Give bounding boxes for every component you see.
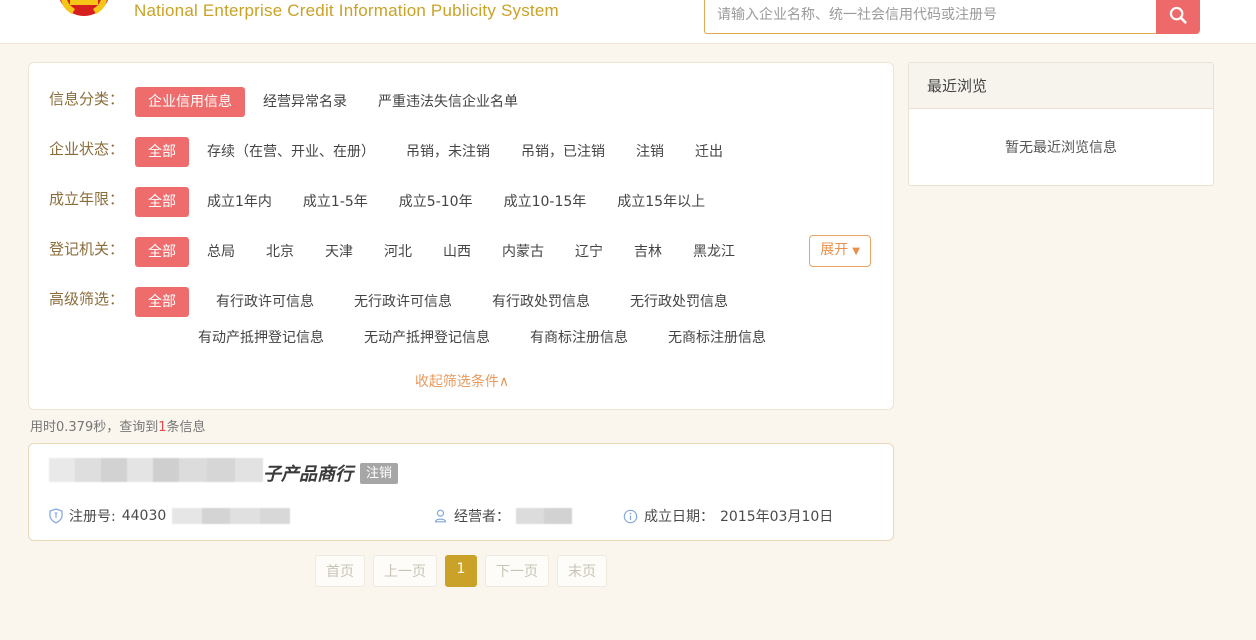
pagination: 首页 上一页 1 下一页 末页	[28, 541, 894, 587]
pagination-page-1[interactable]: 1	[445, 555, 477, 587]
filter-option-no-admin-penalty[interactable]: 无行政处罚信息	[617, 287, 741, 317]
search-input[interactable]	[704, 0, 1156, 34]
meta-label: 成立日期：	[644, 506, 714, 526]
filter-option-age-5-10y[interactable]: 成立5-10年	[386, 187, 486, 217]
result-summary: 用时0.379秒，查询到1条信息	[28, 410, 894, 443]
filter-option-authority-tianjin[interactable]: 天津	[312, 237, 366, 267]
filter-label: 登记机关：	[49, 234, 135, 262]
summary-prefix: 用时0.379秒，查询到	[30, 420, 158, 435]
filter-option-age-all[interactable]: 全部	[135, 187, 189, 217]
pagination-last[interactable]: 末页	[557, 555, 607, 587]
pagination-prev[interactable]: 上一页	[373, 555, 437, 587]
redaction-mask	[516, 508, 572, 524]
info-circle-icon	[623, 509, 638, 524]
filter-panel: 信息分类： 企业信用信息 经营异常名录 严重违法失信企业名单 企业状态： 全部 …	[28, 62, 894, 410]
filter-option-advanced-all[interactable]: 全部	[135, 287, 189, 317]
filter-option-age-15y-plus[interactable]: 成立15年以上	[604, 187, 718, 217]
filter-option-status-moved-out[interactable]: 迁出	[682, 137, 736, 167]
meta-label: 注册号:	[69, 506, 116, 526]
filter-option-no-admin-license[interactable]: 无行政许可信息	[341, 287, 465, 317]
result-title-row: 子产品商行 注销	[49, 460, 873, 486]
filter-option-age-1-5y[interactable]: 成立1-5年	[290, 187, 381, 217]
filter-row-status: 企业状态： 全部 存续（在营、开业、在册） 吊销，未注销 吊销，已注销 注销 迁…	[49, 127, 875, 177]
redaction-mask	[172, 508, 290, 524]
meta-operator: 经营者：	[433, 506, 623, 526]
recent-views-empty: 暂无最近浏览信息	[909, 109, 1213, 185]
filter-option-status-cancelled[interactable]: 注销	[623, 137, 677, 167]
filter-option-authority-all[interactable]: 全部	[135, 237, 189, 267]
filter-option-status-revoked-cancelled[interactable]: 吊销，已注销	[508, 137, 618, 167]
expand-label: 展开	[820, 242, 848, 258]
company-name[interactable]: 子产品商行	[49, 460, 353, 486]
page-body: 信息分类： 企业信用信息 经营异常名录 严重违法失信企业名单 企业状态： 全部 …	[0, 44, 1256, 587]
filter-option-status-revoked-not-cancelled[interactable]: 吊销，未注销	[393, 137, 503, 167]
expand-authority-button[interactable]: 展开 ▼	[809, 235, 871, 267]
search-icon	[1167, 4, 1189, 26]
summary-suffix: 条信息	[167, 420, 206, 435]
meta-label: 经营者：	[454, 506, 510, 526]
filter-option-has-admin-license[interactable]: 有行政许可信息	[203, 287, 327, 317]
collapse-filters-link[interactable]: 收起筛选条件∧	[415, 374, 509, 390]
filter-options: 全部 有行政许可信息 无行政许可信息 有行政处罚信息 无行政处罚信息 有动产抵押…	[135, 284, 875, 356]
filter-options: 全部 存续（在营、开业、在册） 吊销，未注销 吊销，已注销 注销 迁出	[135, 134, 875, 170]
meta-registration-number: 注册号: 44030	[49, 506, 433, 526]
recent-views-title: 最近浏览	[909, 63, 1213, 109]
filter-option-age-1y[interactable]: 成立1年内	[194, 187, 285, 217]
filter-option-serious-violation-list[interactable]: 严重违法失信企业名单	[365, 87, 531, 117]
redaction-mask	[49, 458, 263, 482]
site-title-en: National Enterprise Credit Information P…	[134, 0, 566, 22]
filter-option-authority-shanxi[interactable]: 山西	[430, 237, 484, 267]
filter-option-authority-national[interactable]: 总局	[194, 237, 248, 267]
filter-row-advanced: 高级筛选： 全部 有行政许可信息 无行政许可信息 有行政处罚信息 无行政处罚信息…	[49, 277, 875, 363]
filter-row-registration-authority: 登记机关： 全部 总局 北京 天津 河北 山西 内蒙古 辽宁 吉林 黑龙江 展开…	[49, 227, 875, 277]
collapse-filters-row: 收起筛选条件∧	[49, 363, 875, 395]
filter-option-has-trademark[interactable]: 有商标注册信息	[517, 323, 641, 353]
filter-label: 成立年限：	[49, 184, 135, 212]
summary-count: 1	[158, 420, 166, 435]
filter-option-abnormal-list[interactable]: 经营异常名录	[250, 87, 360, 117]
filter-option-authority-liaoning[interactable]: 辽宁	[562, 237, 616, 267]
meta-establish-date: 成立日期： 2015年03月10日	[623, 506, 833, 526]
filter-option-status-active[interactable]: 存续（在营、开业、在册）	[194, 137, 388, 167]
filter-option-authority-inner-mongolia[interactable]: 内蒙古	[489, 237, 557, 267]
pagination-first[interactable]: 首页	[315, 555, 365, 587]
filter-label: 企业状态：	[49, 134, 135, 162]
pagination-next[interactable]: 下一页	[485, 555, 549, 587]
filter-option-has-chattel-mortgage[interactable]: 有动产抵押登记信息	[185, 323, 337, 353]
person-icon	[433, 508, 448, 524]
filter-option-authority-beijing[interactable]: 北京	[253, 237, 307, 267]
brand-block: 国家企业信用信息公示系统 National Enterprise Credit …	[48, 0, 566, 24]
meta-value: 2015年03月10日	[720, 506, 833, 526]
status-badge: 注销	[360, 463, 398, 484]
brand-text: 国家企业信用信息公示系统 National Enterprise Credit …	[134, 0, 566, 24]
filter-row-category: 信息分类： 企业信用信息 经营异常名录 严重违法失信企业名单	[49, 77, 875, 127]
filter-option-status-all[interactable]: 全部	[135, 137, 189, 167]
site-header: 国家企业信用信息公示系统 National Enterprise Credit …	[0, 0, 1256, 44]
filter-options: 企业信用信息 经营异常名录 严重违法失信企业名单	[135, 84, 875, 120]
national-emblem-icon	[48, 0, 120, 24]
filter-option-age-10-15y[interactable]: 成立10-15年	[491, 187, 600, 217]
main-column: 信息分类： 企业信用信息 经营异常名录 严重违法失信企业名单 企业状态： 全部 …	[28, 62, 894, 587]
recent-views-card: 最近浏览 暂无最近浏览信息	[908, 62, 1214, 186]
filter-options: 全部 成立1年内 成立1-5年 成立5-10年 成立10-15年 成立15年以上	[135, 184, 875, 220]
search-button[interactable]	[1156, 0, 1200, 34]
result-meta-row: 注册号: 44030 经营者：	[49, 506, 873, 526]
chevron-down-icon: ▼	[852, 246, 860, 257]
result-card[interactable]: 子产品商行 注销 注册号: 44030	[28, 443, 894, 541]
filter-option-authority-jilin[interactable]: 吉林	[621, 237, 675, 267]
filter-option-no-trademark[interactable]: 无商标注册信息	[655, 323, 779, 353]
sidebar: 最近浏览 暂无最近浏览信息	[908, 62, 1214, 186]
filter-label: 高级筛选：	[49, 284, 135, 312]
filter-option-has-admin-penalty[interactable]: 有行政处罚信息	[479, 287, 603, 317]
filter-label: 信息分类：	[49, 84, 135, 112]
filter-option-authority-hebei[interactable]: 河北	[371, 237, 425, 267]
filter-options: 全部 总局 北京 天津 河北 山西 内蒙古 辽宁 吉林 黑龙江	[135, 234, 875, 270]
filter-option-enterprise-credit[interactable]: 企业信用信息	[135, 87, 245, 117]
filter-option-no-chattel-mortgage[interactable]: 无动产抵押登记信息	[351, 323, 503, 353]
shield-icon	[49, 508, 63, 524]
filter-option-authority-heilongjiang[interactable]: 黑龙江	[680, 237, 748, 267]
filter-row-age: 成立年限： 全部 成立1年内 成立1-5年 成立5-10年 成立10-15年 成…	[49, 177, 875, 227]
meta-value: 44030	[122, 508, 167, 524]
search-box	[704, 0, 1200, 34]
